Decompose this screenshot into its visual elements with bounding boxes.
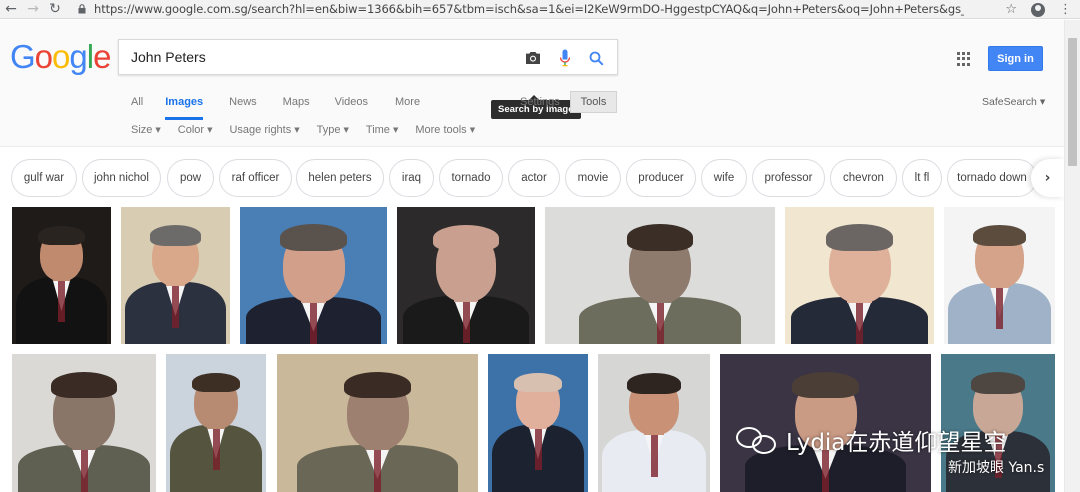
- tab-maps[interactable]: Maps: [283, 96, 310, 120]
- sign-in-button[interactable]: Sign in: [988, 46, 1043, 71]
- google-logo[interactable]: Google: [10, 38, 111, 76]
- account-icon[interactable]: [1031, 2, 1045, 17]
- filter-type[interactable]: Type ▼: [317, 124, 349, 136]
- search-icon[interactable]: [586, 48, 606, 68]
- browser-toolbar: ← → ↻ https://www.google.com.sg/search?h…: [0, 0, 1080, 19]
- caret-down-icon: ▼: [343, 126, 349, 134]
- wechat-icon: [736, 425, 780, 455]
- more-vert-icon[interactable]: ⋮: [1059, 2, 1072, 17]
- caret-down-icon: ▼: [392, 126, 399, 134]
- safesearch-label: SafeSearch: [982, 96, 1037, 108]
- reload-icon[interactable]: ↻: [44, 0, 66, 19]
- chip-pow[interactable]: pow: [167, 159, 214, 197]
- tab-all[interactable]: All: [131, 96, 143, 120]
- chip-wife[interactable]: wife: [701, 159, 747, 197]
- filter-usage-rights[interactable]: Usage rights ▼: [229, 124, 299, 136]
- filter-label: Size: [131, 124, 153, 136]
- watermark: Lydia在赤道仰望星空 新加坡眼 Yan.s: [736, 423, 1044, 476]
- filter-more-tools[interactable]: More tools ▼: [415, 124, 475, 136]
- tab-news[interactable]: News: [229, 96, 257, 120]
- star-icon[interactable]: ☆: [1005, 2, 1017, 17]
- caret-down-icon: ▼: [469, 126, 476, 134]
- chip-john-nichol[interactable]: john nichol: [82, 159, 161, 197]
- chip-producer[interactable]: producer: [626, 159, 696, 197]
- search-box: [118, 39, 618, 75]
- image-result-6[interactable]: [785, 207, 934, 344]
- chip-gulf-war[interactable]: gulf war: [11, 159, 77, 197]
- filter-label: Usage rights: [229, 124, 292, 136]
- chip-actor[interactable]: actor: [508, 159, 560, 197]
- address-bar[interactable]: https://www.google.com.sg/search?hl=en&b…: [94, 2, 964, 16]
- tab-videos[interactable]: Videos: [335, 96, 368, 120]
- image-result-7[interactable]: [944, 207, 1055, 344]
- lock-icon: [76, 0, 88, 19]
- settings-link[interactable]: Settings: [520, 96, 560, 108]
- chevron-right-icon[interactable]: ›: [1031, 159, 1064, 197]
- chip-helen-peters[interactable]: helen peters: [296, 159, 384, 197]
- chip-iraq[interactable]: iraq: [389, 159, 434, 197]
- filter-size[interactable]: Size ▼: [131, 124, 161, 136]
- search-header: Google Search by image Sign in All Image…: [0, 20, 1080, 147]
- chip-tornado-down[interactable]: tornado down: [947, 159, 1037, 197]
- related-searches: gulf war john nichol pow raf officer hel…: [0, 148, 1064, 206]
- watermark-main-text: Lydia在赤道仰望星空: [786, 430, 1007, 456]
- filter-time[interactable]: Time ▼: [366, 124, 398, 136]
- caret-down-icon: ▼: [294, 126, 300, 134]
- scrollbar-thumb[interactable]: [1068, 38, 1077, 166]
- caret-down-icon: ▼: [1039, 98, 1046, 106]
- watermark-sub-text: 新加坡眼 Yan.s: [948, 460, 1045, 476]
- back-arrow-icon[interactable]: ←: [0, 0, 22, 19]
- image-result-11[interactable]: [488, 354, 588, 492]
- image-result-10[interactable]: [277, 354, 478, 492]
- safesearch-menu[interactable]: SafeSearch ▼: [982, 96, 1045, 108]
- tab-more[interactable]: More: [395, 96, 420, 120]
- image-result-5[interactable]: [545, 207, 775, 344]
- search-tabs: All Images News Maps Videos More: [131, 96, 420, 120]
- caret-down-icon: ▼: [207, 126, 213, 134]
- chip-raf-officer[interactable]: raf officer: [219, 159, 292, 197]
- search-input[interactable]: [131, 49, 511, 65]
- filter-label: Type: [316, 124, 341, 136]
- image-result-8[interactable]: [12, 354, 156, 492]
- chip-professor[interactable]: professor: [752, 159, 825, 197]
- filter-label: Color: [177, 124, 205, 136]
- chip-lt-fl[interactable]: lt fl: [902, 159, 942, 197]
- image-result-12[interactable]: [598, 354, 710, 492]
- chip-tornado[interactable]: tornado: [439, 159, 503, 197]
- apps-grid-icon[interactable]: [957, 52, 971, 66]
- filter-label: Time: [365, 124, 390, 136]
- image-result-2[interactable]: [121, 207, 230, 344]
- chip-movie[interactable]: movie: [565, 159, 621, 197]
- tab-images[interactable]: Images: [165, 96, 204, 120]
- microphone-icon[interactable]: [555, 48, 575, 68]
- tools-button[interactable]: Tools: [570, 91, 617, 113]
- filter-color[interactable]: Color ▼: [178, 124, 213, 136]
- chip-chevron[interactable]: chevron: [830, 159, 897, 197]
- camera-icon[interactable]: [523, 48, 543, 68]
- filter-label: More tools: [415, 124, 467, 136]
- caret-down-icon: ▼: [155, 126, 161, 134]
- image-result-9[interactable]: [166, 354, 266, 492]
- forward-arrow-icon[interactable]: →: [22, 0, 44, 19]
- image-result-4[interactable]: [397, 207, 535, 344]
- image-result-3[interactable]: [240, 207, 387, 344]
- page-scrollbar[interactable]: [1064, 20, 1080, 492]
- image-filters: Size ▼ Color ▼ Usage rights ▼ Type ▼ Time ▼ M…: [131, 124, 475, 136]
- image-result-1[interactable]: [12, 207, 111, 344]
